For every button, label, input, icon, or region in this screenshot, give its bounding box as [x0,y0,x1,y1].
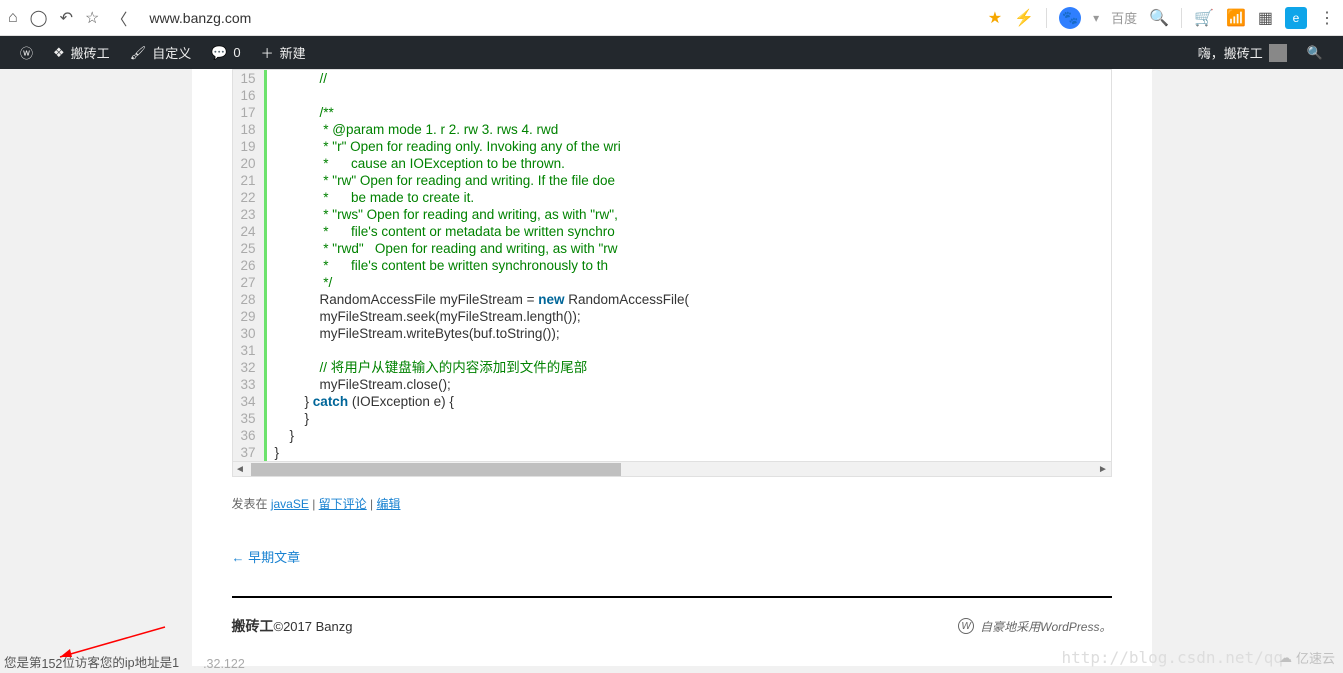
back-icon[interactable]: 〈 [111,6,127,30]
footer-title: 搬砖工 [232,616,274,636]
cloud-icon: ☁ [1279,650,1292,666]
yisu-watermark: ☁亿速云 [1279,648,1335,667]
wp-comments[interactable]: 💬0 [201,36,250,69]
flash-icon[interactable]: ⚡ [1014,8,1034,28]
wp-admin-bar: ⓦ ❖搬砖工 🖌自定义 💬0 ＋新建 嗨，搬砖工 🔍 [0,36,1343,69]
browser-right-controls: 🐾 ▾ 百度 🔍 🛒 📶 ▦ e ⋮ [1059,7,1335,29]
address-bar[interactable]: www.banzg.com [139,6,975,30]
page-content: 1516171819202122232425262728293031323334… [0,69,1343,673]
wp-new[interactable]: ＋新建 [251,36,316,69]
chevron-down-icon[interactable]: ▾ [1093,11,1099,25]
brush-icon: 🖌 [130,45,147,61]
wifi-icon[interactable]: 📶 [1226,8,1246,28]
search-icon[interactable]: 🔍 [1149,8,1169,28]
search-engine-label: 百度 [1111,8,1137,27]
favorite-star-icon[interactable]: ★ [988,8,1002,28]
plus-icon: ＋ [261,43,274,62]
code-scrollbar[interactable]: ◄ ► [232,462,1112,477]
leave-comment-link[interactable]: 留下评论 [319,497,367,511]
url-text: www.banzg.com [149,10,251,26]
scroll-right-arrow[interactable]: ► [1096,462,1111,477]
older-posts-nav: ← 早期文章 [232,547,1112,566]
powered-by-wp[interactable]: W 自豪地采用WordPress。 [958,618,1111,635]
separator [1046,8,1047,28]
more-icon[interactable]: ⋮ [1319,8,1335,28]
undo-icon[interactable]: ↶ [60,8,73,28]
wp-greeting[interactable]: 嗨，搬砖工 [1188,36,1297,69]
qr-icon[interactable]: ▦ [1258,8,1273,28]
browser-toolbar: ⌂ ◯ ↶ ☆ 〈 www.banzg.com ★ ⚡ 🐾 ▾ 百度 🔍 🛒 📶… [0,0,1343,36]
scroll-thumb[interactable] [251,463,621,476]
comment-icon: 💬 [211,45,227,61]
refresh-icon[interactable]: ◯ [30,8,48,28]
category-link[interactable]: javaSE [271,497,309,511]
home-icon[interactable]: ⌂ [8,9,18,27]
ie-icon[interactable]: e [1285,7,1307,29]
edit-link[interactable]: 编辑 [376,497,400,511]
wp-logo[interactable]: ⓦ [10,36,43,69]
search-icon: 🔍 [1307,45,1323,61]
avatar [1269,44,1287,62]
baidu-paw-icon[interactable]: 🐾 [1059,7,1081,29]
wordpress-icon: W [958,618,974,634]
older-posts-link[interactable]: ← 早期文章 [232,550,301,565]
star-outline-icon[interactable]: ☆ [85,8,99,28]
code-block: 1516171819202122232425262728293031323334… [232,69,1112,462]
article: 1516171819202122232425262728293031323334… [192,69,1152,666]
csdn-watermark: http://blog.csdn.net/qq [1061,648,1283,667]
post-meta: 发表在 javaSE | 留下评论 | 编辑 [232,495,1112,512]
code-lines: // /** * @param mode 1. r 2. rw 3. rws 4… [267,70,698,461]
wp-site-link[interactable]: ❖搬砖工 [43,36,120,69]
dashboard-icon: ❖ [53,45,65,61]
separator [1181,8,1182,28]
scroll-left-arrow[interactable]: ◄ [233,462,248,477]
wp-search[interactable]: 🔍 [1297,36,1333,69]
footer-copy: ©2017 Banzg [274,619,353,634]
wordpress-icon: ⓦ [20,43,33,62]
wp-customize[interactable]: 🖌自定义 [120,36,202,69]
line-gutter: 1516171819202122232425262728293031323334… [233,70,267,461]
cart-icon[interactable]: 🛒 [1194,8,1214,28]
meta-prefix: 发表在 [232,497,271,511]
